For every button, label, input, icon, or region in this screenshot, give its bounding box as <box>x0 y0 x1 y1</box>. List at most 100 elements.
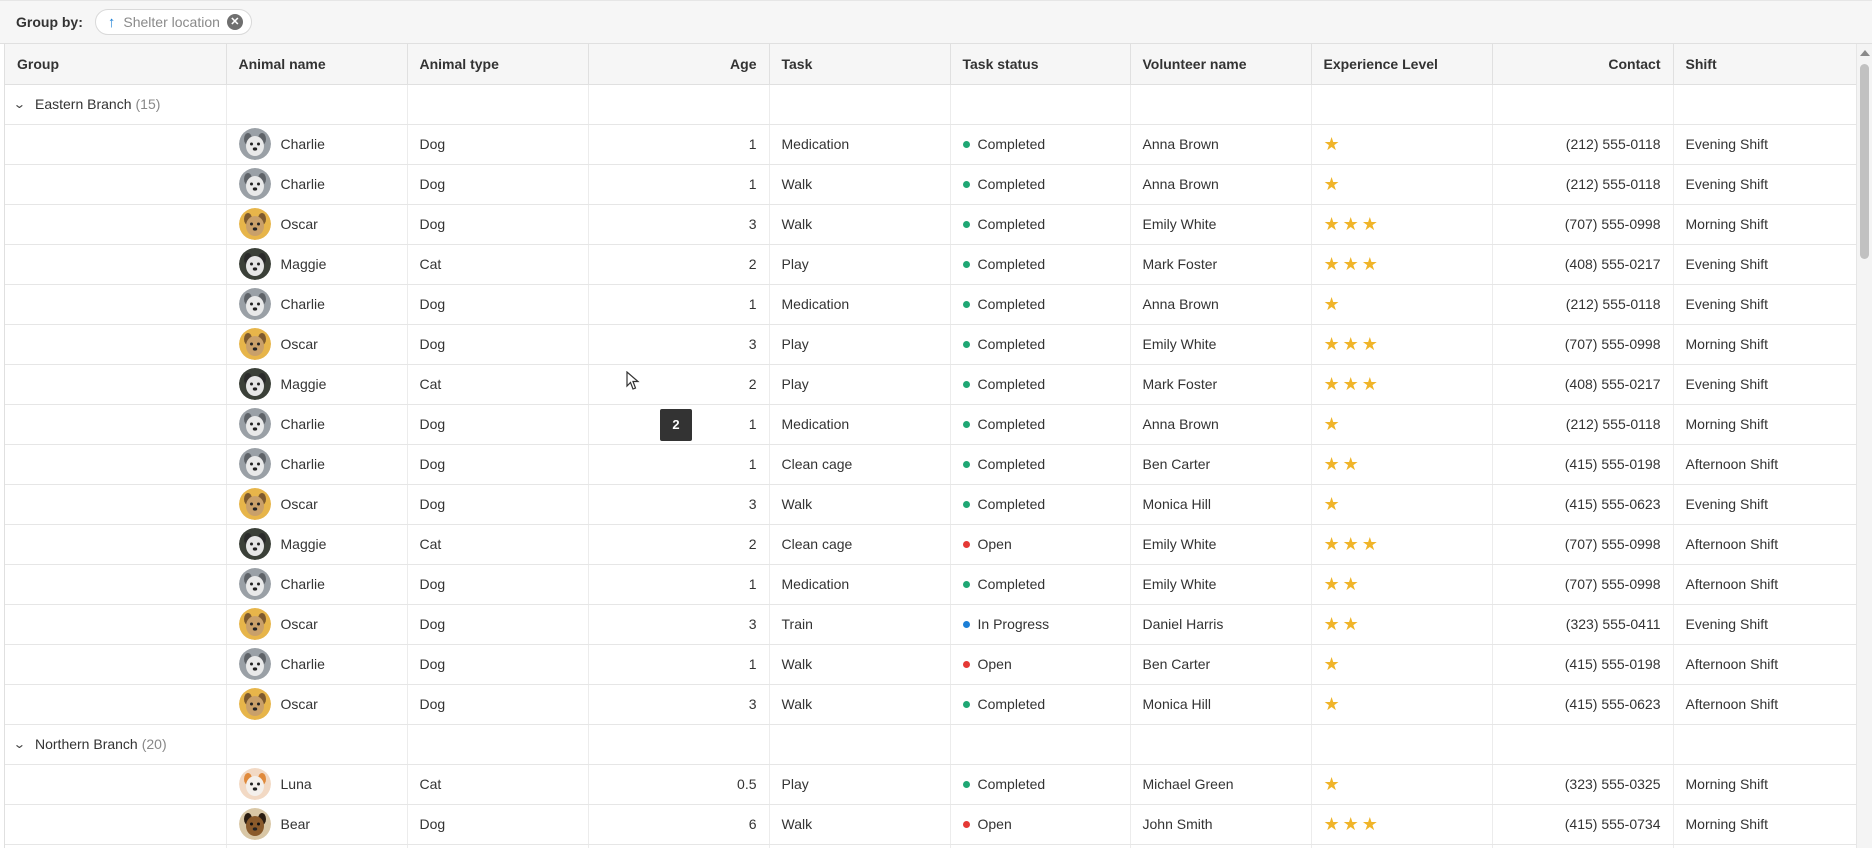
age-cell[interactable]: 1 <box>588 644 770 685</box>
table-row[interactable] <box>5 844 1856 848</box>
task-status-cell[interactable]: In Progress <box>950 604 1131 645</box>
task-status-cell[interactable]: Completed <box>950 284 1131 325</box>
task-cell[interactable]: Clean cage <box>769 524 951 565</box>
task-cell[interactable]: Play <box>769 244 951 285</box>
shift-cell[interactable]: Afternoon Shift <box>1673 564 1856 605</box>
chevron-down-icon[interactable]: ⌄ <box>13 737 31 751</box>
volunteer-name-cell[interactable]: Anna Brown <box>1130 404 1312 445</box>
contact-cell[interactable]: (212) 555-0118 <box>1492 284 1674 325</box>
task-status-cell[interactable]: Completed <box>950 684 1131 725</box>
task-cell[interactable]: Walk <box>769 204 951 245</box>
chevron-down-icon[interactable]: ⌄ <box>13 97 31 111</box>
animal-type-cell[interactable]: Dog <box>407 204 589 245</box>
contact-cell[interactable]: (212) 555-0118 <box>1492 124 1674 165</box>
table-row[interactable]: Maggie Cat 2 Play Completed Mark Foster ★★★ (40… <box>5 244 1856 285</box>
experience-level-cell[interactable]: ★★ <box>1311 604 1493 645</box>
animal-type-cell[interactable]: Cat <box>407 764 589 805</box>
contact-cell[interactable]: (415) 555-0198 <box>1492 644 1674 685</box>
contact-cell[interactable]: (707) 555-0998 <box>1492 524 1674 565</box>
volunteer-name-cell[interactable]: John Smith <box>1130 804 1312 845</box>
experience-level-cell[interactable]: ★ <box>1311 284 1493 325</box>
column-header-group[interactable]: Group <box>5 44 227 85</box>
animal-name-cell[interactable] <box>226 844 408 848</box>
contact-cell[interactable]: (415) 555-0623 <box>1492 684 1674 725</box>
table-row[interactable]: Oscar Dog 3 Walk Completed Monica Hill ★ (415) … <box>5 684 1856 725</box>
age-cell[interactable]: 2 <box>588 364 770 405</box>
age-cell[interactable]: 3 <box>588 204 770 245</box>
animal-type-cell[interactable]: Dog <box>407 284 589 325</box>
vertical-scrollbar[interactable] <box>1856 44 1872 848</box>
animal-type-cell[interactable]: Dog <box>407 564 589 605</box>
table-row[interactable]: Charlie Dog 1 Walk Open Ben Carter ★ (415) 555-… <box>5 644 1856 685</box>
task-cell[interactable]: Medication <box>769 124 951 165</box>
close-circle-icon[interactable]: ✕ <box>226 14 243 30</box>
animal-type-cell[interactable]: Dog <box>407 604 589 645</box>
column-header-name[interactable]: Animal name <box>226 44 408 85</box>
task-cell[interactable]: Clean cage <box>769 444 951 485</box>
animal-name-cell[interactable]: Oscar <box>226 484 408 525</box>
column-header-status[interactable]: Task status <box>950 44 1131 85</box>
task-status-cell[interactable]: Completed <box>950 324 1131 365</box>
animal-name-cell[interactable]: Oscar <box>226 324 408 365</box>
age-cell[interactable]: 3 <box>588 604 770 645</box>
task-status-cell[interactable]: Completed <box>950 444 1131 485</box>
age-cell[interactable]: 1 <box>588 164 770 205</box>
age-cell[interactable]: 1 <box>588 564 770 605</box>
animal-type-cell[interactable] <box>407 844 589 848</box>
task-cell[interactable]: Play <box>769 764 951 805</box>
age-cell[interactable]: 1 <box>588 124 770 165</box>
age-cell[interactable]: 3 <box>588 324 770 365</box>
task-cell[interactable]: Train <box>769 604 951 645</box>
group-cell[interactable]: ⌄ Eastern Branch (15) <box>5 84 227 125</box>
volunteer-name-cell[interactable]: Anna Brown <box>1130 284 1312 325</box>
animal-name-cell[interactable]: Bear <box>226 804 408 845</box>
task-cell[interactable]: Walk <box>769 684 951 725</box>
table-row[interactable]: Charlie Dog 1 Medication Completed Anna Brown… <box>5 124 1856 165</box>
shift-cell[interactable]: Afternoon Shift <box>1673 644 1856 685</box>
table-row[interactable]: Oscar Dog 3 Walk Completed Emily White ★★★ (707… <box>5 204 1856 245</box>
task-cell[interactable]: Walk <box>769 164 951 205</box>
task-cell[interactable]: Medication <box>769 564 951 605</box>
table-row[interactable]: Maggie Cat 2 Play Completed Mark Foster ★★★ (40… <box>5 364 1856 405</box>
column-header-shift[interactable]: Shift <box>1673 44 1856 85</box>
shift-cell[interactable]: Morning Shift <box>1673 204 1856 245</box>
contact-cell[interactable]: (323) 555-0411 <box>1492 604 1674 645</box>
table-row[interactable]: Charlie Dog 1 Walk Completed Anna Brown ★ (212)… <box>5 164 1856 205</box>
age-cell[interactable]: 2 <box>588 244 770 285</box>
shift-cell[interactable]: Morning Shift <box>1673 404 1856 445</box>
animal-name-cell[interactable]: Oscar <box>226 204 408 245</box>
contact-cell[interactable]: (415) 555-0734 <box>1492 804 1674 845</box>
animal-type-cell[interactable]: Dog <box>407 324 589 365</box>
table-row[interactable]: Luna Cat 0.5 Play Completed Michael Green ★ (32… <box>5 764 1856 805</box>
volunteer-name-cell[interactable]: Anna Brown <box>1130 124 1312 165</box>
column-header-age[interactable]: Age <box>588 44 770 85</box>
volunteer-name-cell[interactable] <box>1130 844 1312 848</box>
contact-cell[interactable]: (408) 555-0217 <box>1492 364 1674 405</box>
age-cell[interactable]: 6 <box>588 804 770 845</box>
task-status-cell[interactable]: Completed <box>950 364 1131 405</box>
animal-name-cell[interactable]: Charlie <box>226 444 408 485</box>
experience-level-cell[interactable]: ★ <box>1311 484 1493 525</box>
volunteer-name-cell[interactable]: Ben Carter <box>1130 644 1312 685</box>
animal-name-cell[interactable]: Charlie <box>226 404 408 445</box>
table-row[interactable]: Oscar Dog 3 Play Completed Emily White ★★★ (707… <box>5 324 1856 365</box>
age-cell[interactable]: 1 <box>588 284 770 325</box>
animal-name-cell[interactable]: Maggie <box>226 524 408 565</box>
column-header-experience[interactable]: Experience Level <box>1311 44 1493 85</box>
experience-level-cell[interactable] <box>1311 844 1493 848</box>
animal-name-cell[interactable]: Oscar <box>226 604 408 645</box>
group-row[interactable]: ⌄ Northern Branch (20) <box>5 724 1856 765</box>
table-row[interactable]: Bear Dog 6 Walk Open John Smith ★★★ (415) 555-0… <box>5 804 1856 845</box>
animal-name-cell[interactable]: Charlie <box>226 284 408 325</box>
volunteer-name-cell[interactable]: Mark Foster <box>1130 244 1312 285</box>
group-toggle[interactable]: ⌄ Northern Branch (20) <box>13 736 214 752</box>
shift-cell[interactable]: Evening Shift <box>1673 244 1856 285</box>
shift-cell[interactable] <box>1673 844 1856 848</box>
task-status-cell[interactable]: Completed <box>950 244 1131 285</box>
shift-cell[interactable]: Evening Shift <box>1673 364 1856 405</box>
experience-level-cell[interactable]: ★ <box>1311 404 1493 445</box>
task-status-cell[interactable]: Open <box>950 804 1131 845</box>
task-status-cell[interactable] <box>950 844 1131 848</box>
animal-type-cell[interactable]: Dog <box>407 404 589 445</box>
task-status-cell[interactable]: Completed <box>950 764 1131 805</box>
